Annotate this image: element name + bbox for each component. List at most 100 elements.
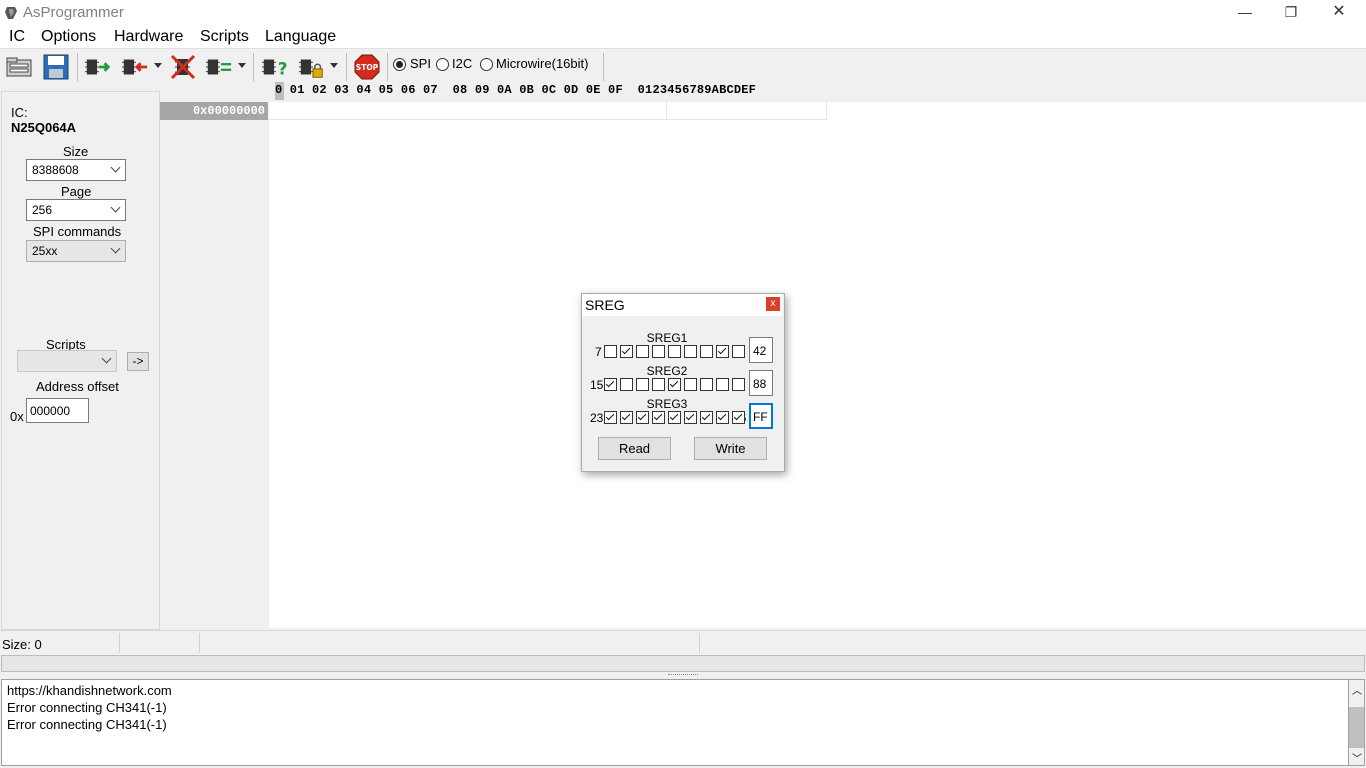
progress-bar [1, 655, 1365, 672]
scroll-up-icon[interactable]: ︿ [1352, 682, 1362, 697]
scroll-thumb[interactable] [1349, 707, 1364, 748]
sreg1-bit-checkbox[interactable] [652, 345, 665, 358]
chevron-down-icon [101, 353, 112, 364]
ascii-data-row[interactable] [667, 102, 827, 120]
toolbar: ? STOP SPI I2C Microwire(16bit) [0, 48, 1366, 85]
sreg1-bit-checkbox[interactable] [716, 345, 729, 358]
menu-hardware[interactable]: Hardware [114, 28, 183, 46]
sreg2-bit-checkbox[interactable] [716, 378, 729, 391]
restore-button[interactable]: ❐ [1268, 0, 1314, 26]
page-select[interactable]: 256 [26, 199, 126, 221]
sreg2-bit-checkbox[interactable] [636, 378, 649, 391]
sreg1-label: SREG1 [646, 331, 688, 345]
size-select[interactable]: 8388608 [26, 159, 126, 181]
read-id-icon[interactable]: ? [261, 53, 289, 81]
sreg3-bit-checkbox[interactable] [700, 411, 713, 424]
page-label: Page [61, 184, 92, 199]
read-chip-icon[interactable] [84, 53, 112, 81]
hex-column-header: 0 01 02 03 04 05 06 07 08 09 0A 0B 0C 0D… [275, 83, 757, 97]
i2c-radio[interactable] [436, 58, 449, 71]
sreg1-bit-checkbox[interactable] [620, 345, 633, 358]
address-prefix: 0x [10, 409, 24, 424]
splitter-handle[interactable] [668, 674, 698, 678]
hex-data-row[interactable] [269, 102, 667, 120]
sreg1-value-input[interactable]: 42 [749, 337, 773, 363]
sreg2-bit-checkbox[interactable] [732, 378, 745, 391]
close-window-button[interactable]: ✕ [1316, 0, 1362, 26]
page-value: 256 [32, 203, 53, 217]
write-button[interactable]: Write [694, 437, 767, 460]
sreg1-bit-checkbox[interactable] [700, 345, 713, 358]
status-divider [119, 633, 120, 653]
sreg2-bit-checkbox[interactable] [620, 378, 633, 391]
save-icon[interactable] [42, 53, 70, 81]
chevron-down-icon[interactable] [238, 63, 246, 68]
log-line: Error connecting CH341(-1) [7, 717, 167, 732]
sreg1-bit-checkbox[interactable] [636, 345, 649, 358]
scroll-down-icon[interactable]: ﹀ [1352, 750, 1362, 765]
sreg3-bit-checkbox[interactable] [620, 411, 633, 424]
sreg2-bit-checkbox[interactable] [700, 378, 713, 391]
menu-ic[interactable]: IC [9, 28, 25, 46]
run-script-button[interactable]: -> [127, 352, 149, 371]
log-line: https://khandishnetwork.com [7, 683, 172, 698]
i2c-radio-label[interactable]: I2C [452, 56, 472, 71]
status-register-lock-icon[interactable] [298, 53, 326, 81]
dialog-close-button[interactable]: x [766, 297, 780, 311]
sreg3-bit-checkbox[interactable] [604, 411, 617, 424]
stop-icon[interactable]: STOP [353, 53, 381, 81]
hex-editor-area[interactable] [269, 102, 1366, 628]
spi-radio[interactable] [393, 58, 406, 71]
chevron-down-icon[interactable] [330, 63, 338, 68]
menu-scripts[interactable]: Scripts [200, 28, 249, 46]
spi-radio-label[interactable]: SPI [410, 56, 431, 71]
sreg3-bit-checkbox[interactable] [636, 411, 649, 424]
spi-commands-value: 25xx [32, 244, 58, 258]
sreg2-bit-checkbox[interactable] [684, 378, 697, 391]
address-cell: 0x00000000 [160, 102, 268, 120]
menu-language[interactable]: Language [265, 28, 336, 46]
spi-commands-select[interactable]: 25xx [26, 240, 126, 262]
size-label: Size [63, 144, 89, 159]
sreg3-bit-checkbox[interactable] [668, 411, 681, 424]
sreg2-value-input[interactable]: 88 [749, 370, 773, 396]
microwire-radio[interactable] [480, 58, 493, 71]
write-chip-icon[interactable] [121, 53, 149, 81]
open-folder-icon[interactable] [5, 53, 33, 81]
sreg2-bit-checkbox[interactable] [668, 378, 681, 391]
status-divider [199, 633, 200, 653]
sreg2-bit-checkbox[interactable] [652, 378, 665, 391]
sreg1-bit-checkbox[interactable] [604, 345, 617, 358]
address-offset-input[interactable]: 000000 [26, 398, 89, 423]
log-output[interactable]: https://khandishnetwork.com Error connec… [1, 679, 1349, 766]
ic-label: IC: [11, 105, 28, 120]
sreg3-value-input[interactable]: FF [749, 403, 773, 429]
microwire-radio-label[interactable]: Microwire(16bit) [496, 56, 588, 71]
spi-commands-label: SPI commands [33, 224, 122, 239]
toolbar-separator [603, 53, 604, 81]
chevron-down-icon [110, 162, 121, 173]
sreg3-bit-checkbox[interactable] [732, 411, 745, 424]
chevron-down-icon[interactable] [154, 63, 162, 68]
sreg1-bit-checkbox[interactable] [684, 345, 697, 358]
read-button[interactable]: Read [598, 437, 671, 460]
status-size: Size: 0 [2, 637, 42, 652]
sreg3-bit-checkbox[interactable] [716, 411, 729, 424]
erase-chip-icon[interactable] [169, 53, 197, 81]
chevron-down-icon [110, 202, 121, 213]
window-title: AsProgrammer [23, 4, 124, 21]
sreg3-bit-checkbox[interactable] [652, 411, 665, 424]
app-chip-icon [5, 7, 17, 19]
sreg3-bit-checkbox[interactable] [684, 411, 697, 424]
minimize-button[interactable]: — [1222, 0, 1268, 26]
menu-options[interactable]: Options [41, 28, 96, 46]
sreg1-bit-checkbox[interactable] [732, 345, 745, 358]
sreg2-bit-checkbox[interactable] [604, 378, 617, 391]
toolbar-separator [387, 53, 388, 81]
verify-chip-icon[interactable] [205, 53, 233, 81]
sreg1-bit-checkbox[interactable] [668, 345, 681, 358]
sreg3-high-bit: 23 [590, 411, 604, 425]
sreg2-high-bit: 15 [590, 378, 604, 392]
scripts-select[interactable] [17, 350, 117, 372]
sreg2-label: SREG2 [646, 364, 688, 378]
